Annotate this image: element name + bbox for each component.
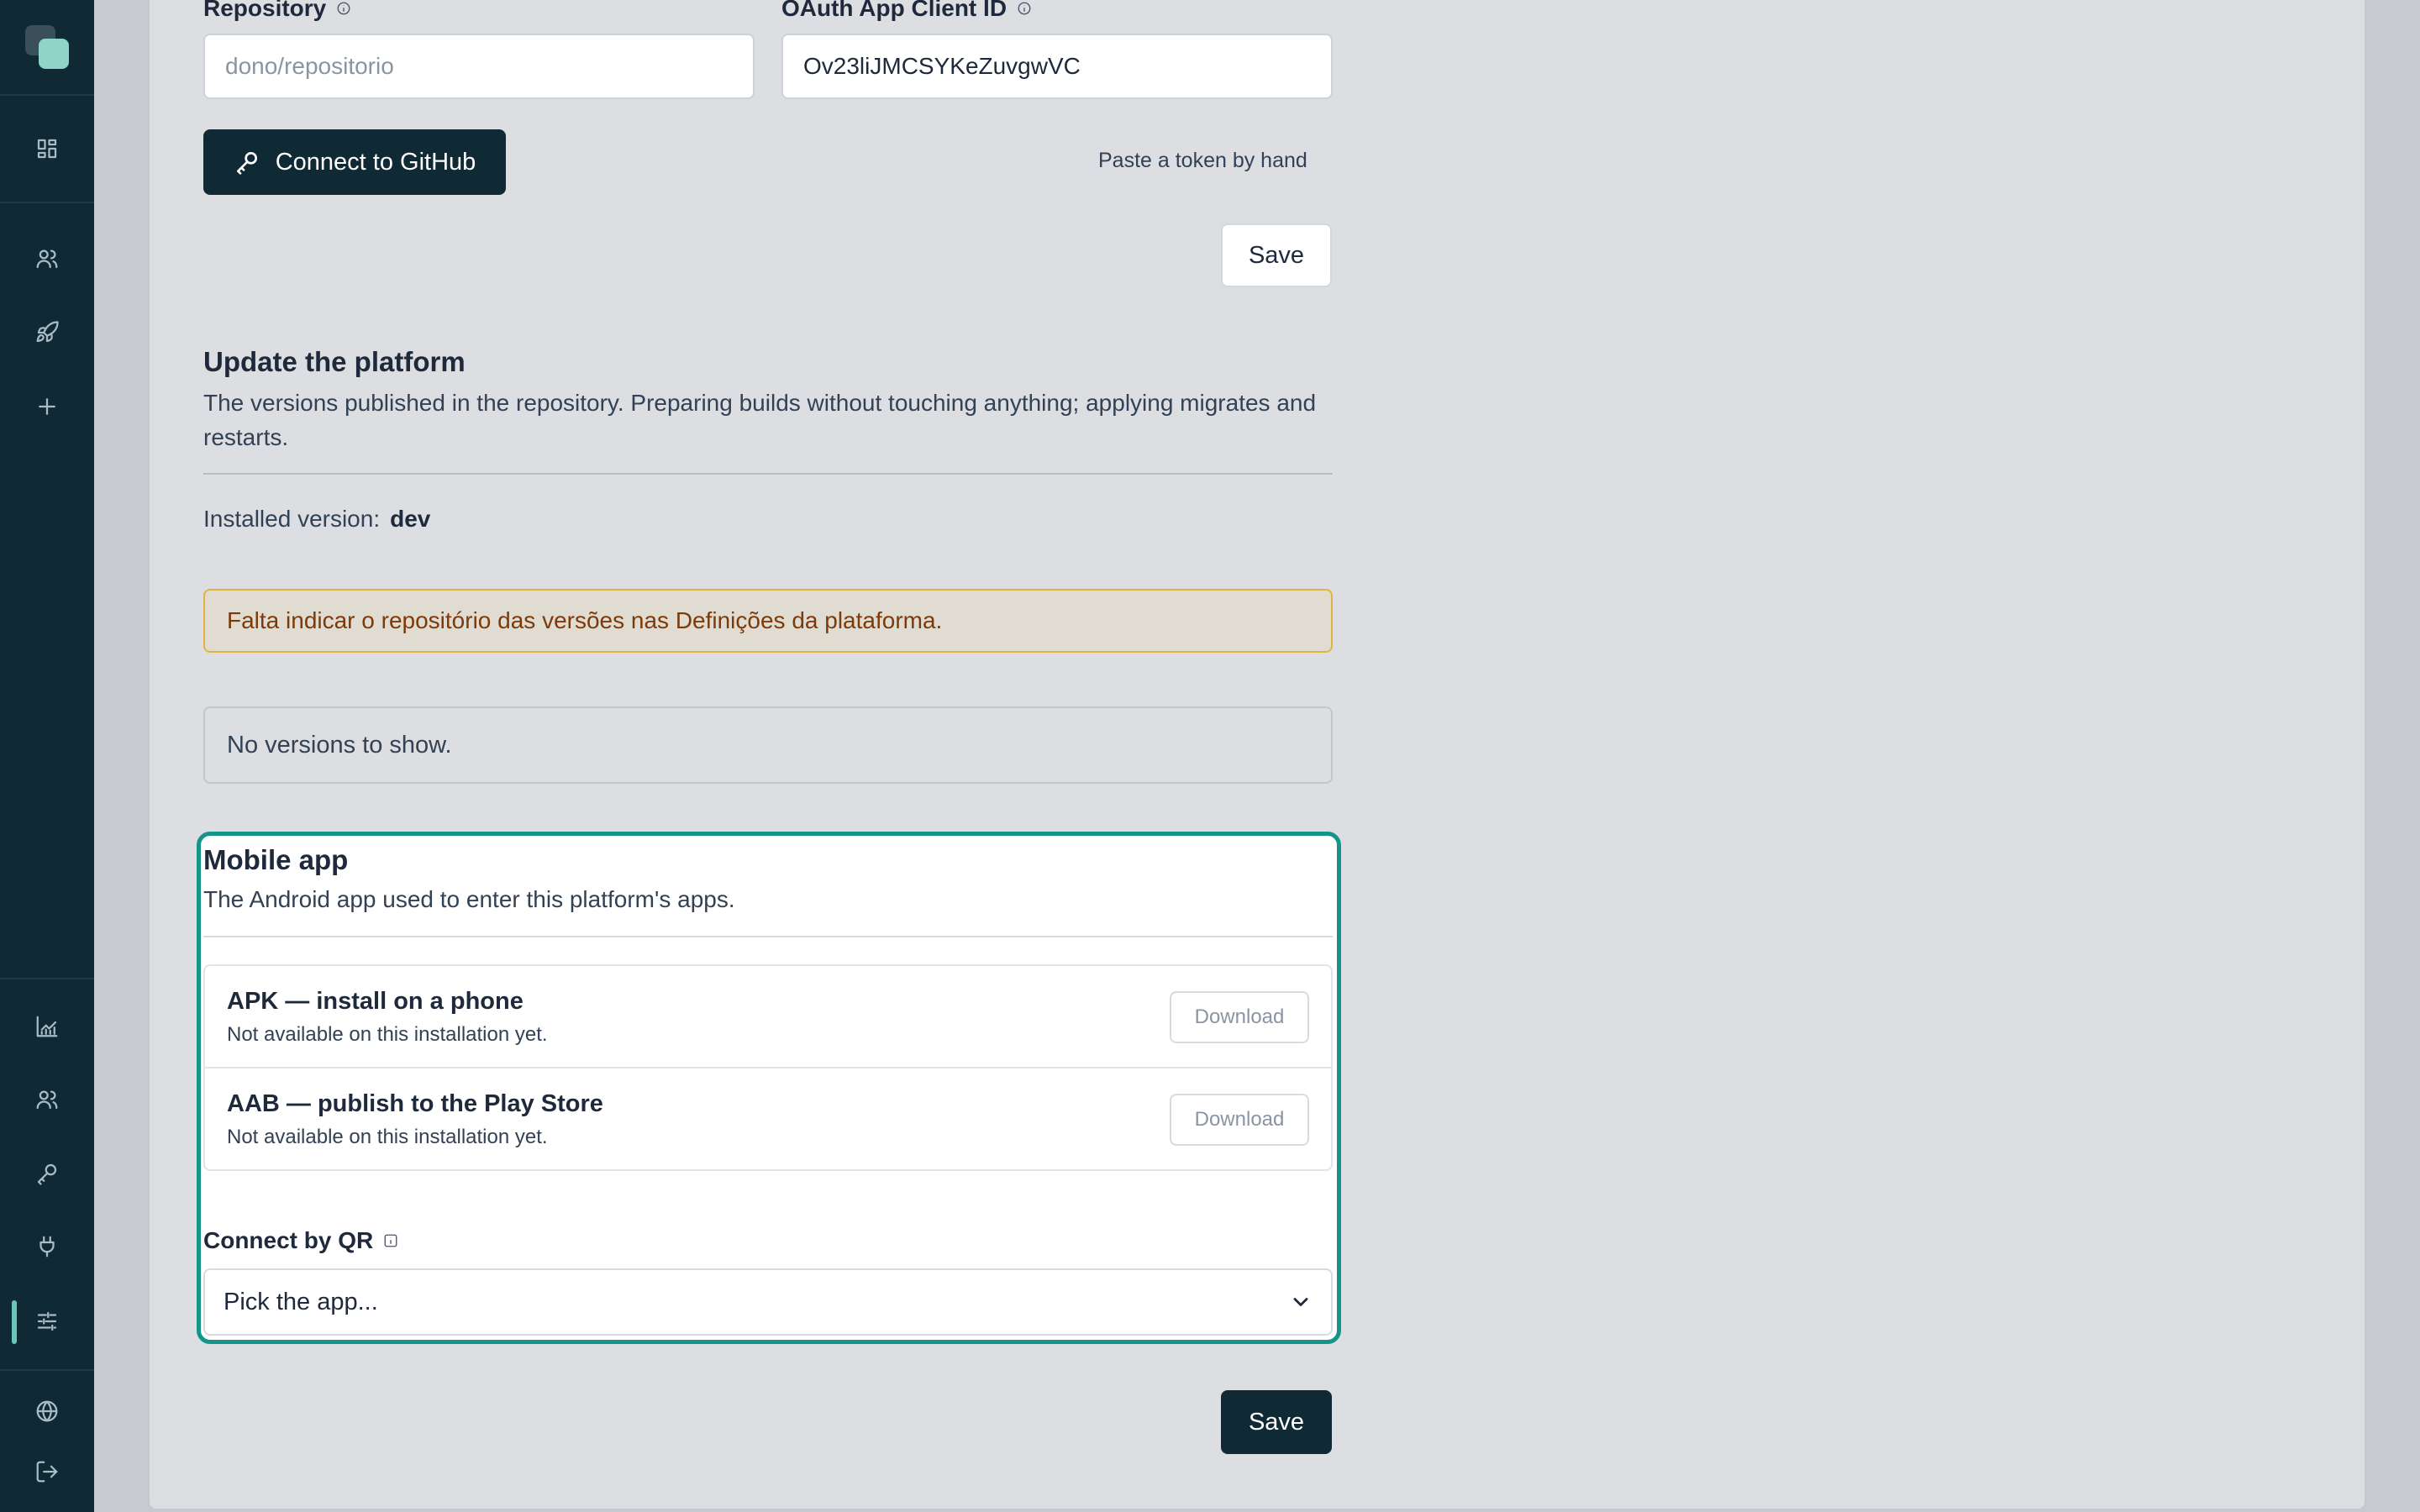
section-divider (203, 936, 1333, 937)
section-divider (203, 473, 1333, 475)
app-select[interactable]: Pick the app... (203, 1268, 1333, 1336)
info-icon[interactable] (1017, 0, 1032, 22)
installed-version: Installed version: dev (203, 506, 431, 532)
save-button[interactable]: Save (1221, 1390, 1332, 1454)
sidebar (0, 0, 94, 1512)
mobile-title: Mobile app (203, 844, 349, 875)
logout-icon[interactable] (30, 1455, 64, 1488)
globe-icon[interactable] (30, 1394, 64, 1428)
download-title: APK — install on a phone (227, 988, 523, 1015)
download-title: AAB — publish to the Play Store (227, 1090, 603, 1117)
active-indicator (12, 1300, 17, 1344)
plug-icon[interactable] (30, 1230, 64, 1263)
client-id-label: OAuth App Client ID (781, 0, 1032, 22)
downloads-list: APK — install on a phone Not available o… (203, 964, 1333, 1171)
versions-empty-state: No versions to show. (203, 706, 1333, 784)
installed-version-value: dev (390, 506, 431, 532)
app-logo[interactable] (24, 24, 71, 71)
sidebar-divider (0, 1369, 94, 1371)
chevron-down-icon (1293, 1298, 1308, 1306)
team-icon[interactable] (30, 1083, 64, 1116)
connect-github-button[interactable]: Connect to GitHub (203, 129, 506, 195)
info-icon[interactable] (383, 1227, 398, 1254)
plus-icon[interactable] (30, 390, 64, 423)
client-id-input[interactable]: Ov23liJMCSYKeZuvgwVC (781, 34, 1333, 99)
update-title: Update the platform (203, 346, 466, 377)
info-icon[interactable] (336, 0, 351, 22)
download-aab-button[interactable]: Download (1170, 1094, 1309, 1146)
users-icon[interactable] (30, 242, 64, 276)
list-item: AAB — publish to the Play Store Not avai… (205, 1068, 1331, 1169)
download-subtitle: Not available on this installation yet. (227, 1023, 548, 1046)
download-subtitle: Not available on this installation yet. (227, 1126, 548, 1148)
sidebar-divider (0, 978, 94, 979)
key-icon[interactable] (30, 1157, 64, 1190)
repository-label: Repository (203, 0, 351, 22)
save-github-button[interactable]: Save (1221, 223, 1332, 287)
dashboard-icon[interactable] (30, 132, 64, 165)
download-apk-button[interactable]: Download (1170, 991, 1309, 1043)
repository-input[interactable]: dono/repositorio (203, 34, 755, 99)
mobile-description: The Android app used to enter this platf… (203, 886, 735, 912)
chart-icon[interactable] (30, 1010, 64, 1043)
update-description: The versions published in the repository… (203, 390, 1317, 450)
paste-token-link[interactable]: Paste a token by hand (1098, 149, 1307, 173)
rocket-icon[interactable] (30, 316, 64, 349)
list-item: APK — install on a phone Not available o… (205, 966, 1331, 1068)
sidebar-divider (0, 94, 94, 96)
sliders-icon[interactable] (30, 1305, 64, 1338)
warning-banner: Falta indicar o repositório das versões … (203, 589, 1333, 653)
key-icon (236, 152, 257, 175)
sidebar-divider (0, 202, 94, 203)
qr-label: Connect by QR (203, 1227, 398, 1254)
